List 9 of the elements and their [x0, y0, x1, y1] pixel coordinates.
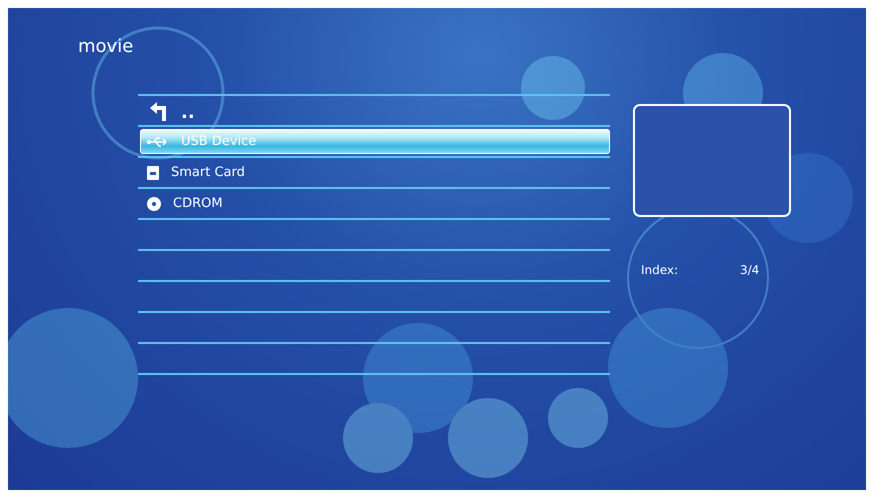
- list-item[interactable]: CDROM: [140, 191, 610, 216]
- disc-icon: [147, 196, 161, 210]
- info-value: 3/4: [740, 263, 760, 277]
- list-item[interactable]: ..: [140, 98, 610, 123]
- usb-icon: [147, 136, 169, 146]
- page-title: movie: [78, 36, 134, 57]
- memory-card-icon: [147, 166, 159, 180]
- list-item[interactable]: Smart Card: [140, 160, 610, 185]
- info-label: Index:: [641, 263, 680, 277]
